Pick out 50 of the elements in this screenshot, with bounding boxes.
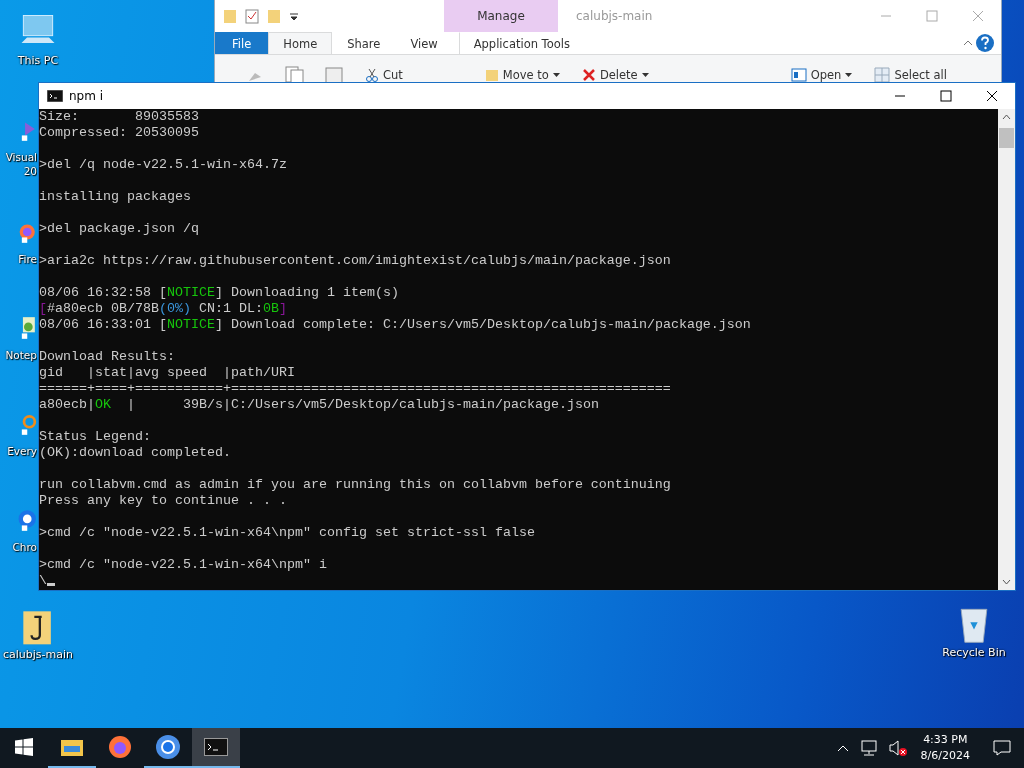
console-line: \ (39, 573, 998, 589)
round-browser-icon (155, 734, 181, 760)
folder-icon (484, 68, 499, 82)
scissors-icon (365, 68, 379, 82)
clock[interactable]: 4:33 PM 8/6/2024 (912, 732, 978, 764)
grid-icon (874, 67, 891, 83)
context-tab-header: Manage (444, 0, 558, 32)
fox-browser-icon (108, 735, 132, 759)
scrollbar[interactable] (998, 109, 1015, 590)
console-line: run collabvm.cmd as admin if you are running this on collabvm before continuing (39, 477, 672, 493)
console-line: Press any key to continue . . . (39, 493, 288, 509)
console-line: (OK):download completed. (39, 445, 232, 461)
window-title: calubjs-main (576, 9, 654, 23)
cross-icon (581, 68, 596, 82)
ribbon-button[interactable]: Delete (579, 66, 651, 84)
ribbon-tab[interactable]: File (215, 32, 269, 54)
ribbon-button[interactable]: Select all (872, 65, 949, 85)
console-line: 08/06 16:33:01 [NOTICE] Download complete: C:/Users/vm5/Desktop/calubjs-main/package.json (39, 317, 752, 333)
console-line: 08/06 16:32:58 [NOTICE] Downloading 1 item(s) (39, 285, 400, 301)
console-line: >del /q node-v22.5.1-win-x64.7z (39, 157, 288, 173)
console-line: Size: 89035583 (39, 109, 200, 125)
scroll-thumb[interactable] (999, 128, 1014, 148)
speaker-icon[interactable] (887, 740, 908, 756)
window-title: npm i (69, 89, 104, 103)
terminal-button[interactable] (192, 728, 240, 768)
console-line: Status Legend: (39, 429, 152, 445)
console-line: Compressed: 20530095 (39, 125, 200, 141)
windows-logo-icon (15, 738, 33, 756)
network-icon[interactable] (859, 740, 878, 756)
desktop-icon-label[interactable]: Recycle Bin (942, 646, 1006, 660)
ribbon-button[interactable]: Cut (363, 66, 405, 84)
ribbon-button[interactable]: Move to (482, 66, 562, 84)
console-line: installing packages (39, 189, 192, 205)
console-line: >cmd /c "node-v22.5.1-win-x64\npm" i (39, 557, 328, 573)
terminal-icon[interactable] (47, 90, 63, 102)
console-line: gid |stat|avg speed |path/URI (39, 365, 296, 381)
console-line: >cmd /c "node-v22.5.1-win-x64\npm" config set strict-ssl false (39, 525, 536, 541)
help-icon[interactable] (975, 33, 995, 53)
folder-icon (60, 737, 84, 757)
checklist-icon[interactable] (245, 8, 259, 24)
console-line: >aria2c https://raw.githubusercontent.com/imightexist/calubjs/main/package.json (39, 253, 672, 269)
terminal-icon (204, 738, 228, 756)
notification-icon[interactable] (992, 739, 1012, 757)
console-line: a80ecb|OK | 39B/s|C:/Users/vm5/Desktop/calubjs-main/package.json (39, 397, 600, 413)
console-line: >del package.json /q (39, 221, 200, 237)
ribbon-tab[interactable]: Home (268, 32, 333, 54)
console-line: ======+====+===========+======================================================= (39, 381, 672, 397)
console-line: [#a80ecb 0B/78B(0%) CN:1 DL:0B] (39, 301, 288, 317)
ribbon-button[interactable]: Open (788, 66, 855, 84)
console-line: Download Results: (39, 349, 176, 365)
